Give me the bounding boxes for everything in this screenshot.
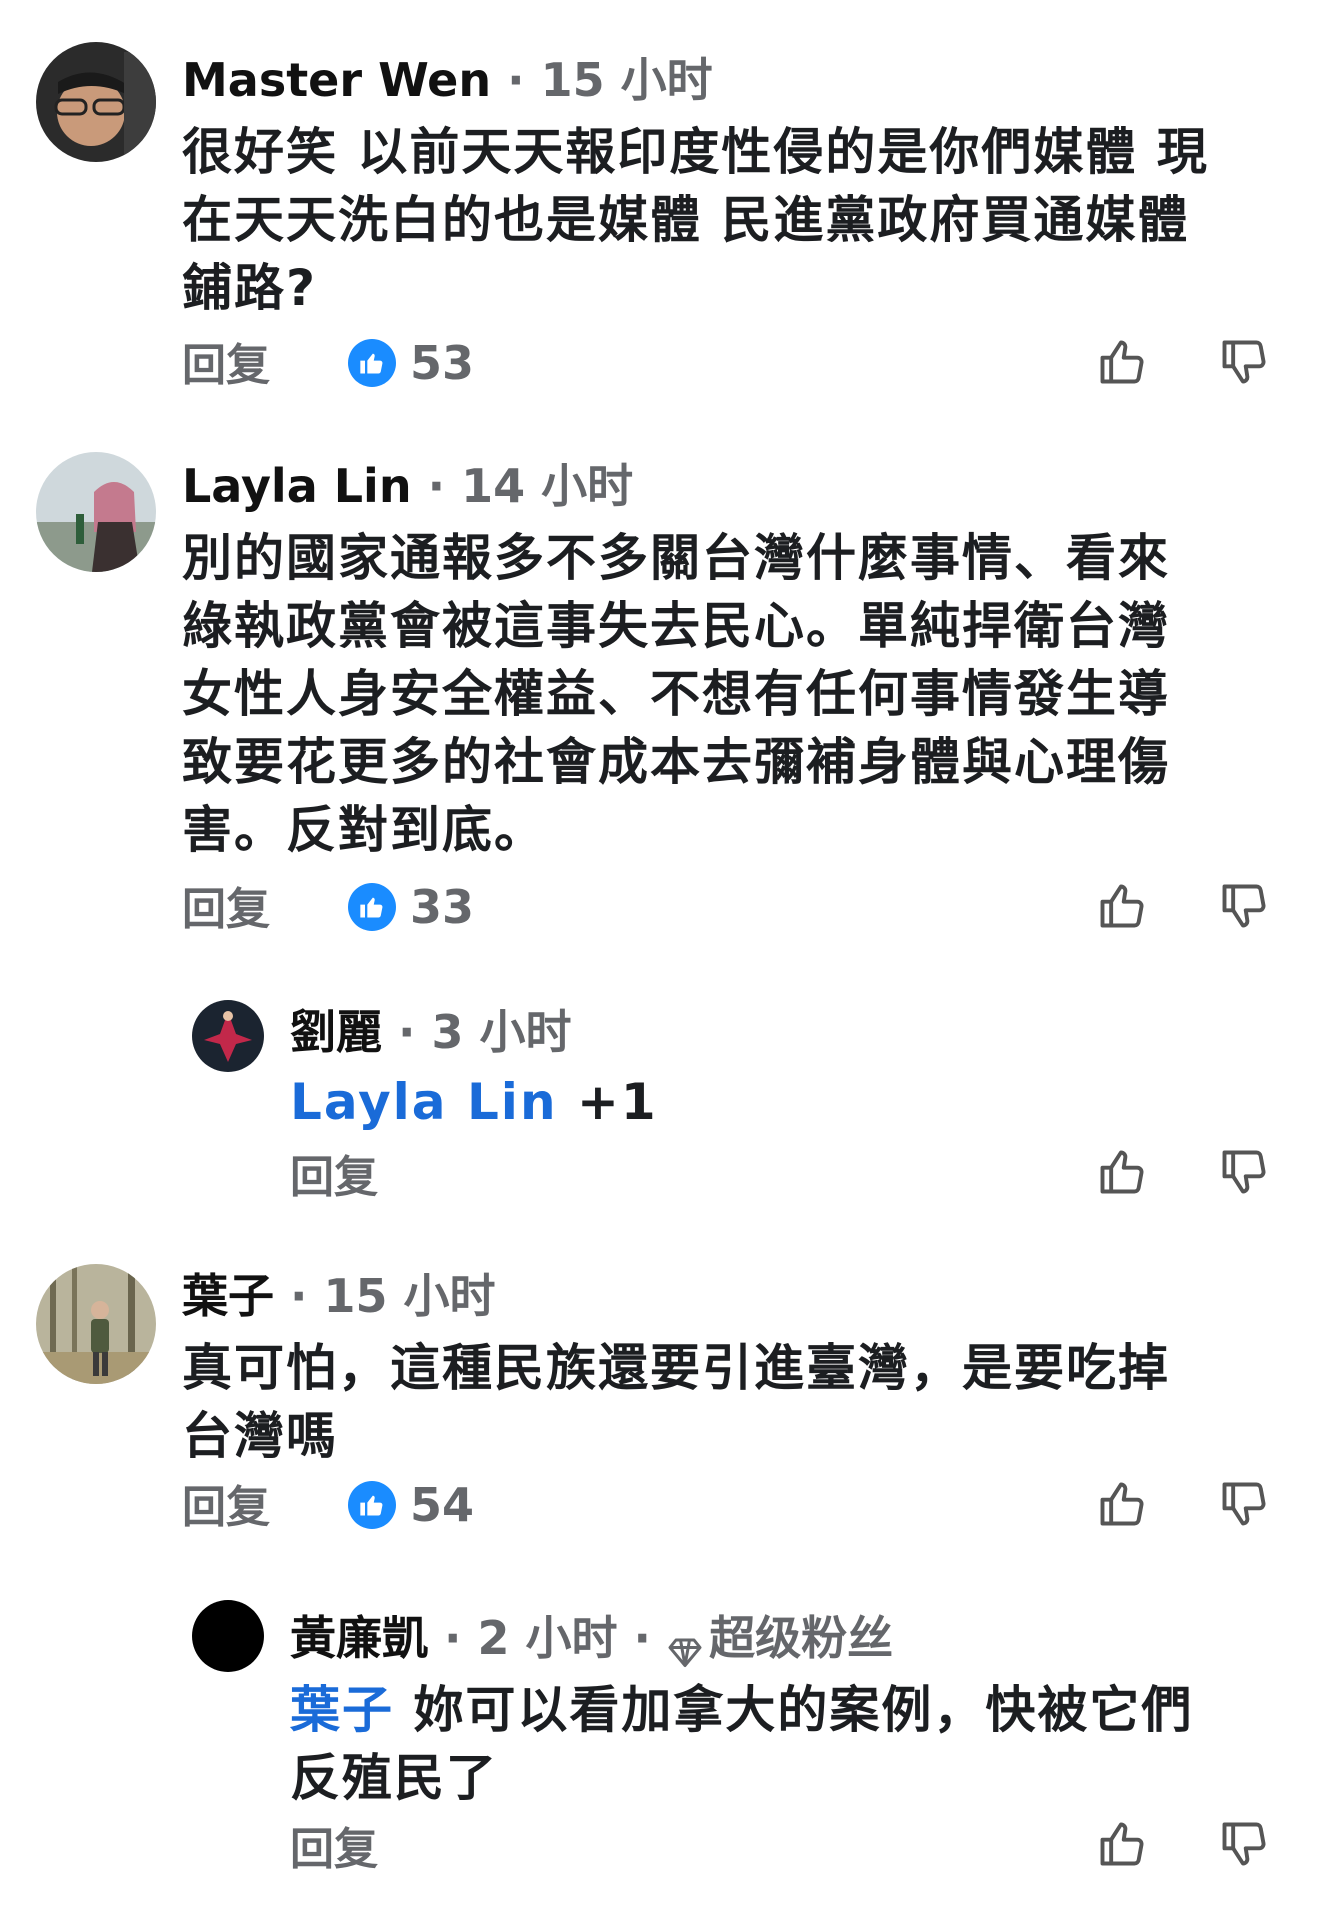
comment-line: 害。反對到底。: [182, 801, 546, 859]
avatar[interactable]: [192, 1000, 264, 1072]
timestamp[interactable]: 15 小时: [541, 53, 713, 107]
commenter-name[interactable]: Master Wen: [182, 53, 491, 107]
comment-line: 女性人身安全權益、不想有任何事情發生導: [182, 665, 1170, 723]
comment-line: 別的國家通報多不多關台灣什麼事情、看來: [182, 529, 1170, 587]
separator: ·: [428, 1611, 478, 1665]
comment-line: 鋪路?: [182, 259, 318, 317]
comment-body: 妳可以看加拿大的案例，快被它們: [413, 1681, 1194, 1739]
mention-link[interactable]: Layla Lin: [290, 1073, 558, 1131]
comment-text: 葉子 妳可以看加拿大的案例，快被它們 反殖民了: [290, 1676, 1193, 1812]
thumbs-up-icon[interactable]: [1096, 336, 1148, 388]
comment-text: 很好笑 以前天天報印度性侵的是你們媒體 現 在天天洗白的也是媒體 民進黨政府買通…: [182, 118, 1209, 322]
separator: ·: [617, 1611, 668, 1665]
like-count[interactable]: 54: [348, 1478, 474, 1532]
separator: ·: [382, 1005, 432, 1059]
blue-like-badge-icon: [348, 1481, 396, 1529]
like-number: 54: [410, 1478, 475, 1532]
comment-line: 綠執政黨會被這事失去民心。單純捍衛台灣: [182, 597, 1170, 655]
like-number: 33: [410, 880, 475, 934]
thumbs-up-icon[interactable]: [1096, 1146, 1148, 1198]
avatar[interactable]: [36, 1264, 156, 1384]
reply-button[interactable]: 回复: [182, 882, 270, 938]
comment-line: 台灣嗎: [182, 1407, 338, 1465]
timestamp[interactable]: 14 小时: [461, 459, 633, 513]
thumbs-up-icon[interactable]: [1096, 1478, 1148, 1530]
mention-link[interactable]: 葉子: [290, 1681, 394, 1739]
comment-text: 真可怕，這種民族還要引進臺灣，是要吃掉 台灣嗎: [182, 1334, 1170, 1470]
super-fan-badge[interactable]: 超级粉丝: [709, 1611, 893, 1665]
separator: ·: [274, 1269, 324, 1323]
thumbs-down-icon[interactable]: [1218, 336, 1270, 388]
comment-line: 在天天洗白的也是媒體 民進黨政府買通媒體: [182, 191, 1190, 249]
timestamp[interactable]: 15 小时: [324, 1269, 496, 1323]
comment-line: 很好笑 以前天天報印度性侵的是你們媒體 現: [182, 123, 1209, 181]
comment-header: Master Wen · 15 小时: [182, 50, 713, 110]
blue-like-badge-icon: [348, 883, 396, 931]
comment-line: 反殖民了: [290, 1749, 498, 1807]
thumbs-down-icon[interactable]: [1218, 1478, 1270, 1530]
comment-line: 真可怕，這種民族還要引進臺灣，是要吃掉: [182, 1339, 1170, 1397]
commenter-name[interactable]: 葉子: [182, 1269, 274, 1323]
commenter-name[interactable]: 劉麗: [290, 1005, 382, 1059]
comment-text: Layla Lin +1: [290, 1068, 658, 1136]
thumbs-up-icon[interactable]: [1096, 880, 1148, 932]
comment-text: 別的國家通報多不多關台灣什麼事情、看來 綠執政黨會被這事失去民心。單純捍衛台灣 …: [182, 524, 1170, 864]
thumbs-down-icon[interactable]: [1218, 1146, 1270, 1198]
avatar[interactable]: [36, 42, 156, 162]
comment-body: +1: [576, 1073, 658, 1131]
like-count[interactable]: 33: [348, 880, 474, 934]
commenter-name[interactable]: 黃廉凱: [290, 1611, 428, 1665]
comment-header: 黃廉凱 · 2 小时 · 超级粉丝: [290, 1608, 893, 1668]
commenter-name[interactable]: Layla Lin: [182, 459, 412, 513]
reply-button[interactable]: 回复: [290, 1822, 378, 1878]
thumbs-up-icon[interactable]: [1096, 1818, 1148, 1870]
comment-header: 劉麗 · 3 小时: [290, 1002, 572, 1062]
reply-button[interactable]: 回复: [182, 338, 270, 394]
reply-button[interactable]: 回复: [290, 1150, 378, 1206]
comment-header: Layla Lin · 14 小时: [182, 456, 633, 516]
like-number: 53: [410, 336, 475, 390]
blue-like-badge-icon: [348, 339, 396, 387]
like-count[interactable]: 53: [348, 336, 474, 390]
thumbs-down-icon[interactable]: [1218, 880, 1270, 932]
avatar[interactable]: [192, 1600, 264, 1672]
avatar[interactable]: [36, 452, 156, 572]
comment-header: 葉子 · 15 小时: [182, 1266, 496, 1326]
comment-line: 致要花更多的社會成本去彌補身體與心理傷: [182, 733, 1170, 791]
reply-button[interactable]: 回复: [182, 1480, 270, 1536]
timestamp[interactable]: 3 小时: [432, 1005, 572, 1059]
comment-line: 葉子 妳可以看加拿大的案例，快被它們: [290, 1676, 1193, 1744]
timestamp[interactable]: 2 小时: [478, 1611, 618, 1665]
diamond-icon: [667, 1624, 703, 1667]
separator: ·: [411, 459, 462, 513]
thumbs-down-icon[interactable]: [1218, 1818, 1270, 1870]
separator: ·: [491, 53, 541, 107]
